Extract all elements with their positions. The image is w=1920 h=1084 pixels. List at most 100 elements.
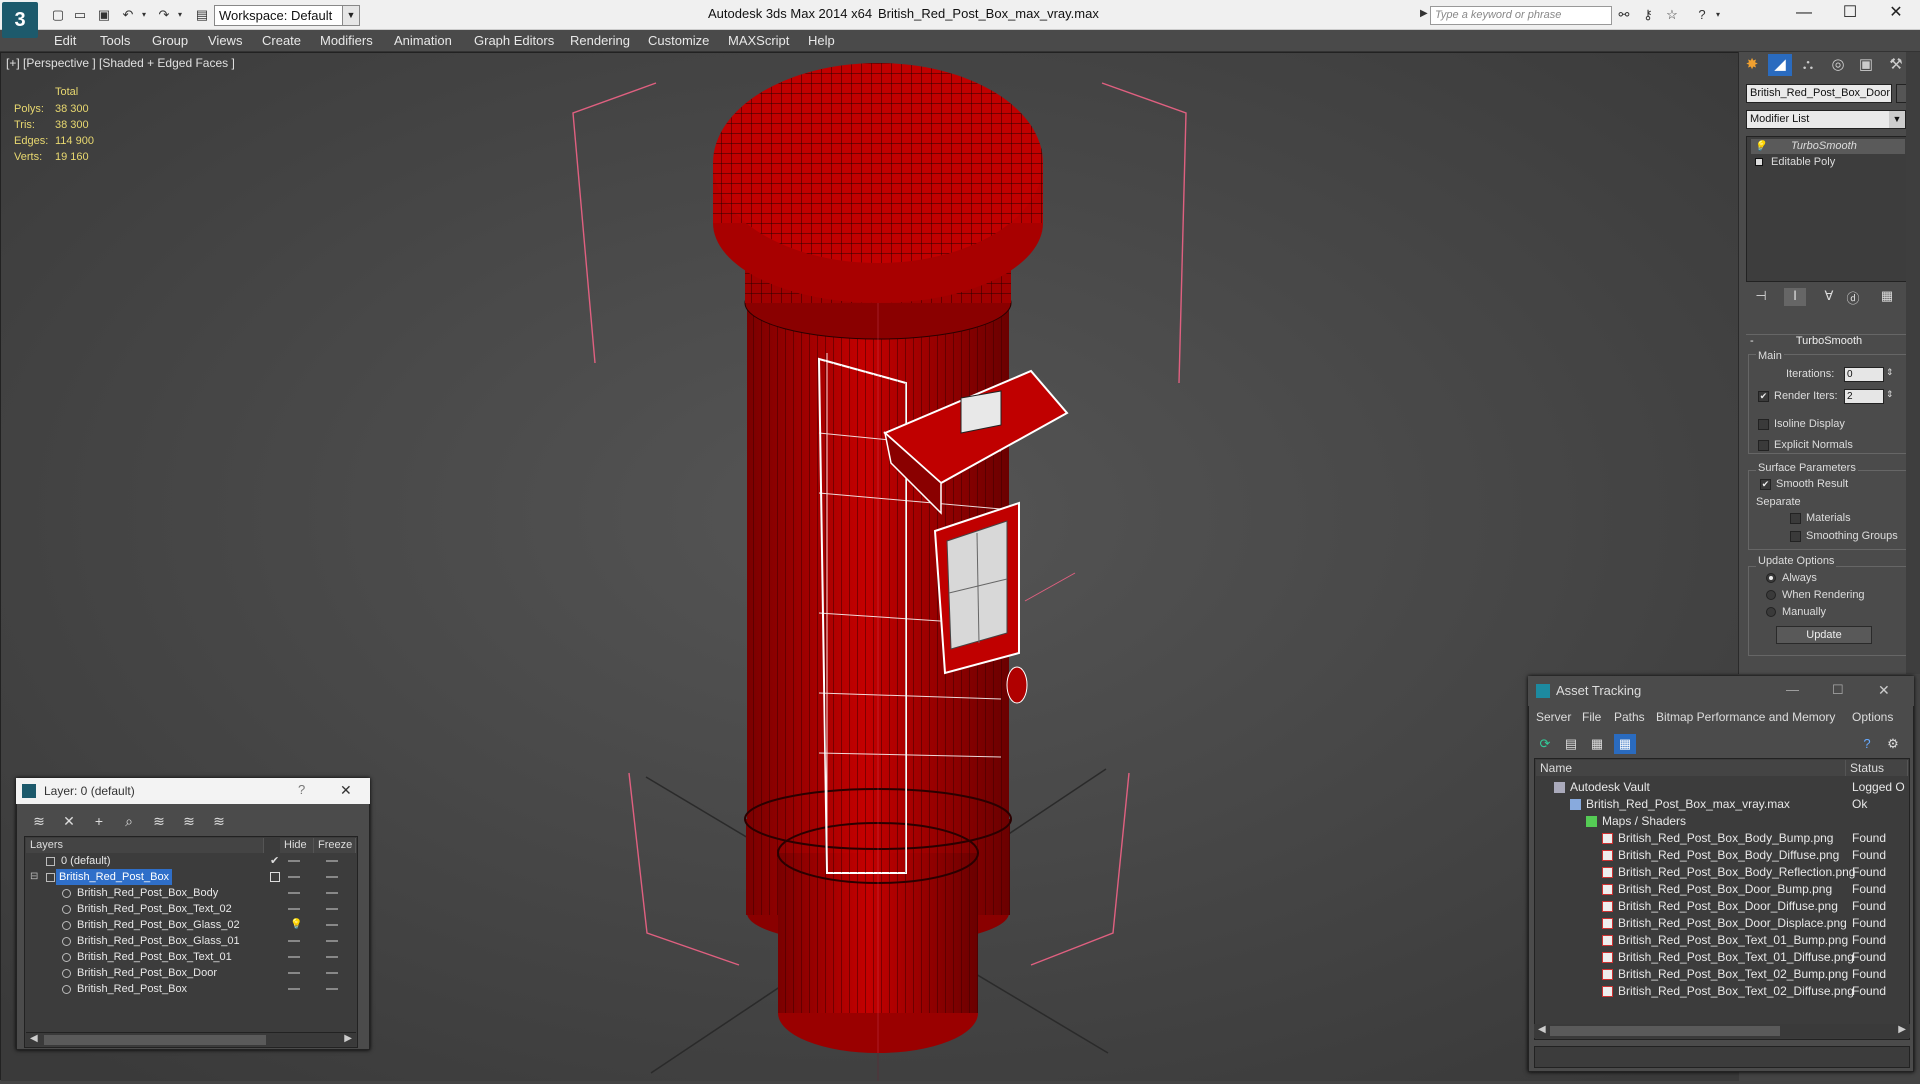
search-input[interactable]: Type a keyword or phrase: [1430, 6, 1612, 25]
menu-animation[interactable]: Animation: [394, 33, 452, 48]
active-layer-check-icon[interactable]: ✔: [270, 853, 279, 869]
smooth-result-checkbox[interactable]: ✔: [1760, 479, 1771, 490]
hide-toggle[interactable]: [288, 972, 300, 974]
add-to-layer-icon[interactable]: +: [88, 811, 110, 831]
hide-toggle[interactable]: [288, 908, 300, 910]
remove-modifier-icon[interactable]: ⓓ: [1842, 288, 1864, 306]
save-icon[interactable]: ▣: [96, 7, 112, 23]
asset-horizontal-scrollbar[interactable]: ◀ ▶: [1534, 1024, 1910, 1038]
freeze-toggle[interactable]: [326, 972, 338, 974]
modify-icon[interactable]: ◢: [1768, 54, 1792, 76]
when-rendering-radio[interactable]: [1766, 590, 1776, 600]
column-status[interactable]: Status: [1846, 760, 1908, 776]
lightbulb-icon[interactable]: 💡: [290, 917, 302, 933]
asset-maximize-button[interactable]: ☐: [1832, 682, 1844, 698]
column-layers[interactable]: Layers: [26, 838, 264, 853]
render-iters-spinner[interactable]: 2: [1844, 389, 1884, 404]
iterations-spinner[interactable]: 0: [1844, 367, 1884, 382]
lightbulb-icon[interactable]: 💡: [1754, 139, 1766, 154]
delete-layer-icon[interactable]: ✕: [58, 811, 80, 831]
pin-stack-icon[interactable]: ⊣: [1750, 288, 1772, 306]
menu-create[interactable]: Create: [262, 33, 301, 48]
layer-row[interactable]: British_Red_Post_Box_Glass_01: [26, 933, 356, 949]
layer-close-button[interactable]: ✕: [340, 782, 352, 799]
undo-dropdown-icon[interactable]: ▾: [136, 7, 152, 23]
scroll-thumb[interactable]: [1550, 1026, 1780, 1036]
freeze-toggle[interactable]: [326, 860, 338, 862]
menu-edit[interactable]: Edit: [54, 33, 76, 48]
hide-toggle[interactable]: [288, 988, 300, 990]
expand-icon[interactable]: [1755, 158, 1763, 166]
asset-row[interactable]: British_Red_Post_Box_max_vray.max Ok: [1536, 796, 1908, 813]
show-end-result-icon[interactable]: Ⅰ: [1784, 288, 1806, 306]
motion-icon[interactable]: ◎: [1826, 54, 1850, 76]
scroll-right-icon[interactable]: ▶: [344, 1033, 352, 1044]
layer-row[interactable]: British_Red_Post_Box_Door: [26, 965, 356, 981]
search-expand-icon[interactable]: ▶: [1420, 8, 1428, 19]
highlight-layer-icon[interactable]: ≋: [148, 811, 170, 831]
update-button[interactable]: Update: [1776, 626, 1872, 644]
hide-toggle[interactable]: [288, 956, 300, 958]
menu-views[interactable]: Views: [208, 33, 242, 48]
asset-menu-server[interactable]: Server: [1536, 710, 1571, 724]
asset-minimize-button[interactable]: —: [1786, 682, 1799, 697]
asset-menu-options[interactable]: Options: [1852, 710, 1893, 724]
asset-menu-paths[interactable]: Paths: [1614, 710, 1645, 724]
settings-icon[interactable]: ⚙: [1882, 734, 1904, 754]
help-icon[interactable]: ?: [1694, 7, 1710, 23]
command-panel-scrollbar[interactable]: [1906, 52, 1920, 674]
utilities-icon[interactable]: ⚒: [1884, 54, 1908, 76]
turbosmooth-rollout-title[interactable]: - TurboSmooth: [1746, 334, 1912, 350]
layer-active-box[interactable]: [270, 872, 280, 882]
new-layer-icon[interactable]: ≋: [28, 811, 50, 831]
explicit-normals-checkbox[interactable]: [1758, 440, 1769, 451]
asset-path-field[interactable]: [1534, 1046, 1910, 1068]
layer-row[interactable]: British_Red_Post_Box: [26, 981, 356, 997]
tree-view-icon[interactable]: ▦: [1586, 734, 1608, 754]
scroll-left-icon[interactable]: ◀: [30, 1033, 38, 1044]
hide-toggle[interactable]: [288, 860, 300, 862]
help-dropdown-icon[interactable]: ▾: [1710, 7, 1726, 23]
key-icon[interactable]: ⚷: [1640, 7, 1656, 23]
scroll-thumb[interactable]: [44, 1035, 266, 1045]
maximize-button[interactable]: ☐: [1828, 0, 1872, 28]
scroll-right-icon[interactable]: ▶: [1898, 1024, 1906, 1035]
help-icon[interactable]: ?: [1856, 734, 1878, 754]
manually-radio[interactable]: [1766, 607, 1776, 617]
hierarchy-icon[interactable]: ⛬: [1796, 54, 1820, 76]
binoculars-icon[interactable]: ⚯: [1616, 7, 1632, 23]
redo-dropdown-icon[interactable]: ▾: [172, 7, 188, 23]
list-view-icon[interactable]: ▤: [1560, 734, 1582, 754]
stack-item-editable-poly[interactable]: Editable Poly: [1751, 155, 1905, 170]
layer-window-title[interactable]: Layer: 0 (default): [16, 778, 370, 804]
close-button[interactable]: ✕: [1874, 0, 1918, 28]
display-icon[interactable]: ▣: [1854, 54, 1878, 76]
spinner-arrows-icon[interactable]: ⇕: [1886, 367, 1894, 378]
open-file-icon[interactable]: ▭: [72, 7, 88, 23]
freeze-toggle[interactable]: [326, 988, 338, 990]
asset-window-title[interactable]: Asset Tracking: [1528, 676, 1914, 706]
asset-row[interactable]: British_Red_Post_Box_Body_Bump.png Found: [1536, 830, 1908, 847]
render-iters-checkbox[interactable]: ✔: [1758, 391, 1769, 402]
refresh-icon[interactable]: ⟳: [1534, 734, 1556, 754]
menu-graph-editors[interactable]: Graph Editors: [474, 33, 554, 48]
asset-menu-bitmap[interactable]: Bitmap Performance and Memory: [1656, 710, 1835, 724]
asset-row[interactable]: British_Red_Post_Box_Body_Reflection.png…: [1536, 864, 1908, 881]
app-logo-icon[interactable]: 3: [2, 2, 38, 38]
asset-row[interactable]: British_Red_Post_Box_Door_Diffuse.png Fo…: [1536, 898, 1908, 915]
smoothing-groups-checkbox[interactable]: [1790, 531, 1801, 542]
asset-row[interactable]: British_Red_Post_Box_Text_01_Bump.png Fo…: [1536, 932, 1908, 949]
spinner-arrows-icon[interactable]: ⇕: [1886, 389, 1894, 400]
freeze-toggle[interactable]: [326, 876, 338, 878]
workspace-selector[interactable]: Workspace: Default▾: [214, 5, 360, 26]
freeze-toggle[interactable]: [326, 956, 338, 958]
new-file-icon[interactable]: ▢: [50, 7, 66, 23]
stack-item-turbosmooth[interactable]: 💡 TurboSmooth: [1751, 139, 1905, 154]
asset-row[interactable]: Maps / Shaders: [1536, 813, 1908, 830]
table-view-icon[interactable]: ▦: [1614, 734, 1636, 754]
layer-row[interactable]: British_Red_Post_Box_Glass_02 💡: [26, 917, 356, 933]
configure-sets-icon[interactable]: ▦: [1876, 288, 1898, 306]
create-icon[interactable]: ✸: [1740, 54, 1764, 76]
viewport-label[interactable]: [+] [Perspective ] [Shaded + Edged Faces…: [6, 56, 235, 70]
star-icon[interactable]: ☆: [1664, 7, 1680, 23]
